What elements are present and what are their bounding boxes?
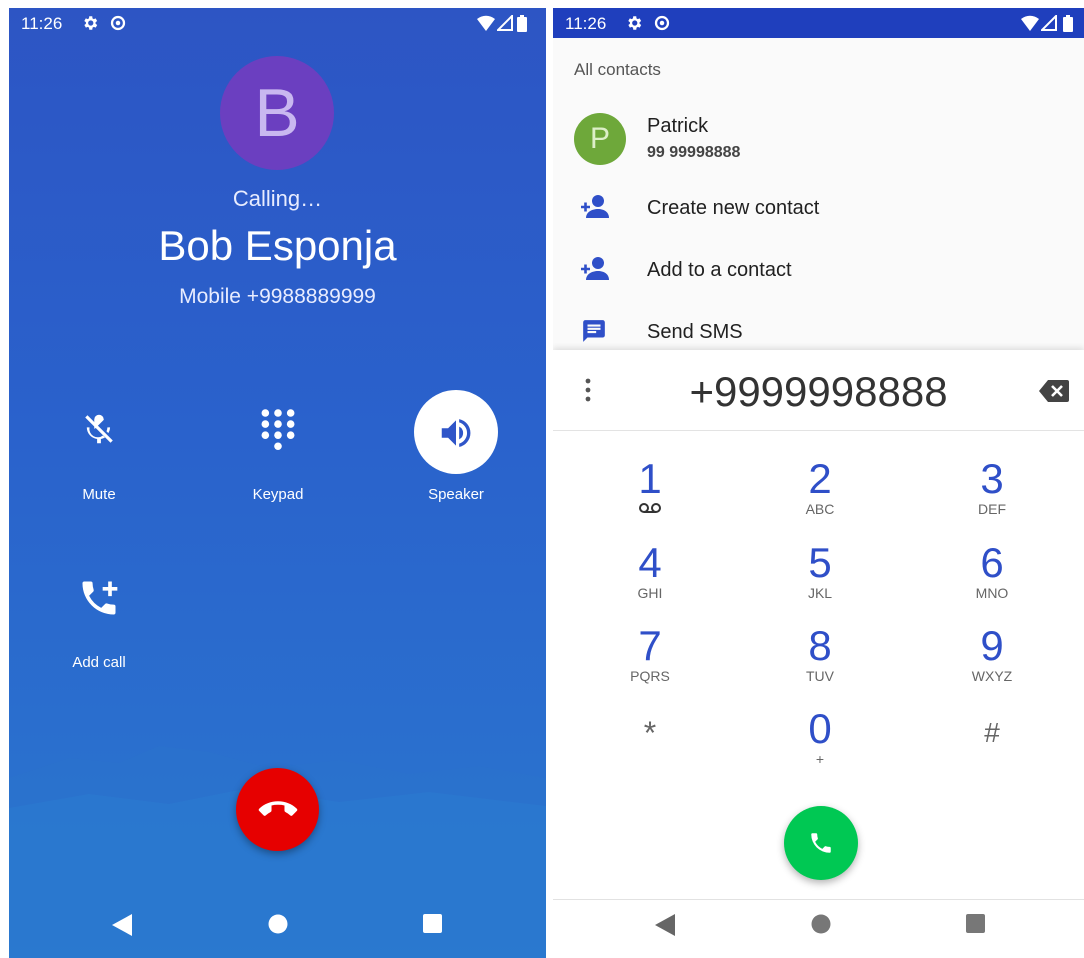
key-digit: 6 bbox=[980, 539, 1004, 586]
mute-button[interactable]: Mute bbox=[39, 398, 159, 508]
battery-icon bbox=[1063, 15, 1073, 32]
mic-off-icon bbox=[85, 414, 113, 444]
dialpad-icon bbox=[261, 409, 295, 451]
voicemail-icon bbox=[639, 503, 661, 513]
key-digit: 1 bbox=[638, 455, 662, 502]
send-sms-row[interactable]: Send SMS bbox=[553, 312, 1084, 352]
callee-name: Bob Esponja bbox=[158, 222, 397, 269]
wifi-icon bbox=[477, 15, 495, 31]
mute-label: Mute bbox=[82, 486, 116, 503]
add-call-icon bbox=[82, 581, 118, 615]
key-letters: MNO bbox=[975, 585, 1009, 601]
recents-icon[interactable] bbox=[423, 914, 442, 933]
callee-number: Mobile +9988889999 bbox=[179, 285, 376, 308]
key-hash[interactable]: # bbox=[922, 711, 1062, 755]
key-5[interactable]: 5 JKL bbox=[750, 539, 890, 602]
signal-icon bbox=[497, 15, 513, 31]
signal-icon bbox=[1041, 15, 1057, 31]
key-2[interactable]: 2 ABC bbox=[750, 455, 890, 518]
key-digit: * bbox=[643, 715, 657, 751]
contact-avatar: P bbox=[574, 113, 626, 165]
phone-icon bbox=[811, 833, 831, 853]
call-end-icon bbox=[258, 801, 298, 816]
home-icon[interactable] bbox=[811, 914, 831, 934]
message-icon bbox=[583, 320, 605, 342]
call-button[interactable] bbox=[784, 806, 858, 880]
recents-icon[interactable] bbox=[966, 914, 985, 933]
contact-name: Patrick bbox=[647, 115, 709, 137]
status-time: 11:26 bbox=[21, 14, 63, 33]
keypad-button[interactable]: Keypad bbox=[218, 398, 338, 508]
key-letters: ABC bbox=[805, 501, 835, 517]
key-letters: PQRS bbox=[630, 668, 670, 684]
data-saver-icon bbox=[110, 15, 126, 31]
data-saver-icon bbox=[654, 15, 670, 31]
status-bar: 11:26 bbox=[9, 8, 546, 38]
add-to-contact-row[interactable]: Add to a contact bbox=[553, 250, 1084, 294]
key-digit: 4 bbox=[638, 539, 662, 586]
key-6[interactable]: 6 MNO bbox=[922, 539, 1062, 602]
in-call-screen: 11:26 B Calling… Bob Esponja Mobile +998… bbox=[9, 8, 546, 958]
back-icon[interactable] bbox=[112, 914, 132, 936]
nav-bar bbox=[553, 899, 1084, 958]
caller-avatar: B bbox=[220, 56, 334, 170]
end-call-button[interactable] bbox=[236, 768, 319, 851]
key-letters: + bbox=[815, 751, 825, 767]
key-letters: WXYZ bbox=[971, 668, 1013, 684]
backspace-icon[interactable] bbox=[1039, 380, 1069, 402]
dialer-screen: 11:26 All contacts P Patrick 99 99998888… bbox=[553, 8, 1084, 958]
section-header: All contacts bbox=[574, 60, 661, 79]
key-4[interactable]: 4 GHI bbox=[580, 539, 720, 602]
add-call-label: Add call bbox=[72, 654, 126, 671]
add-call-button[interactable]: Add call bbox=[39, 570, 159, 680]
create-contact-label: Create new contact bbox=[647, 197, 820, 219]
speaker-icon bbox=[441, 419, 471, 447]
key-digit: 2 bbox=[808, 455, 832, 502]
dialed-number[interactable]: +9999998888 bbox=[553, 368, 1084, 416]
key-8[interactable]: 8 TUV bbox=[750, 622, 890, 685]
key-7[interactable]: 7 PQRS bbox=[580, 622, 720, 685]
key-digit: 5 bbox=[808, 539, 832, 586]
add-person-icon bbox=[581, 195, 609, 218]
key-digit: 9 bbox=[980, 622, 1004, 669]
nav-bar bbox=[9, 900, 546, 958]
key-9[interactable]: 9 WXYZ bbox=[922, 622, 1062, 685]
key-letters: GHI bbox=[637, 585, 663, 601]
contact-suggestion-row[interactable]: P Patrick 99 99998888 bbox=[553, 104, 1084, 174]
key-star[interactable]: * bbox=[580, 711, 720, 755]
back-icon[interactable] bbox=[655, 914, 675, 936]
home-icon[interactable] bbox=[268, 914, 288, 934]
key-3[interactable]: 3 DEF bbox=[922, 455, 1062, 518]
status-bar: 11:26 bbox=[553, 8, 1084, 38]
settings-icon bbox=[628, 16, 642, 30]
key-letters: JKL bbox=[807, 585, 833, 601]
call-status: Calling… bbox=[232, 186, 323, 211]
key-0[interactable]: 0 + bbox=[750, 705, 890, 768]
speaker-button[interactable]: Speaker bbox=[396, 390, 516, 508]
wifi-icon bbox=[1021, 15, 1039, 31]
key-letters: TUV bbox=[806, 668, 834, 684]
send-sms-label: Send SMS bbox=[647, 321, 743, 343]
settings-icon bbox=[84, 16, 98, 30]
key-letters: DEF bbox=[978, 501, 1006, 517]
key-digit: # bbox=[984, 717, 1000, 748]
key-digit: 3 bbox=[980, 455, 1004, 502]
battery-icon bbox=[517, 15, 527, 32]
add-to-contact-label: Add to a contact bbox=[647, 259, 792, 281]
dialed-number-bar: +9999998888 bbox=[553, 350, 1084, 431]
key-digit: 7 bbox=[638, 622, 662, 669]
key-digit: 0 bbox=[808, 705, 832, 752]
contact-number: 99 99998888 bbox=[647, 144, 741, 161]
add-person-icon bbox=[581, 257, 609, 280]
key-1[interactable]: 1 bbox=[580, 457, 720, 519]
keypad-label: Keypad bbox=[252, 486, 304, 503]
create-contact-row[interactable]: Create new contact bbox=[553, 188, 1084, 232]
speaker-label: Speaker bbox=[428, 486, 484, 503]
status-time: 11:26 bbox=[565, 14, 607, 33]
key-digit: 8 bbox=[808, 622, 832, 669]
